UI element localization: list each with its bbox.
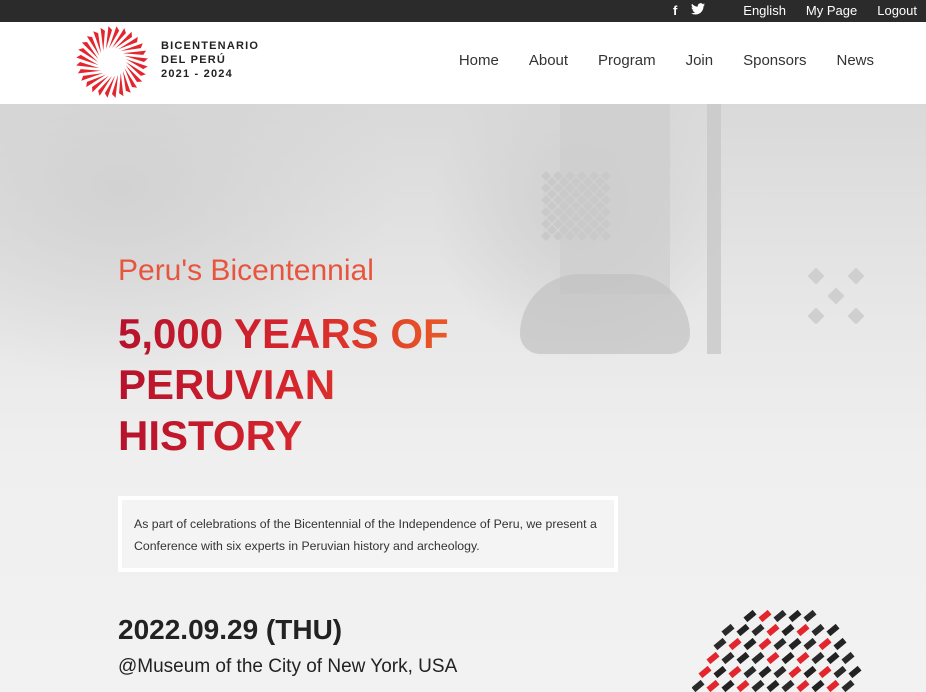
background-photo-pole (707, 104, 721, 354)
nav-home[interactable]: Home (459, 52, 499, 69)
brand-line-1: BICENTENARIO (161, 40, 260, 52)
social-links: f (673, 0, 706, 22)
twitter-icon[interactable] (691, 0, 706, 22)
hero-title-line-1: 5,000 YEARS OF (118, 310, 449, 357)
nav-program[interactable]: Program (598, 52, 656, 69)
top-bar: f English My Page Logout (0, 0, 926, 22)
language-link[interactable]: English (743, 0, 786, 22)
brand-line-3: 2021 - 2024 (161, 68, 233, 80)
logout-link[interactable]: Logout (877, 0, 917, 22)
facebook-icon[interactable]: f (673, 0, 677, 22)
nav-sponsors[interactable]: Sponsors (743, 52, 806, 69)
brand-text[interactable]: BICENTENARIO DEL PERÚ 2021 - 2024 (161, 39, 259, 81)
nav-news[interactable]: News (836, 52, 874, 69)
site-header: BICENTENARIO DEL PERÚ 2021 - 2024 Home A… (0, 22, 926, 104)
background-photo-boot (520, 274, 690, 354)
hero-title-line-3: HISTORY (118, 412, 303, 459)
brand-line-2: DEL PERÚ (161, 54, 227, 66)
nav-join[interactable]: Join (686, 52, 714, 69)
hero-title: 5,000 YEARS OF PERUVIAN HISTORY (118, 308, 538, 461)
event-venue: @Museum of the City of New York, USA (118, 656, 458, 677)
event-date: 2022.09.29 (THU) (118, 614, 343, 645)
woven-pattern-icon (692, 609, 862, 692)
my-page-link[interactable]: My Page (806, 0, 857, 22)
hero-subtitle: Peru's Bicentennial (118, 254, 374, 287)
main-nav: Home About Program Join Sponsors News (459, 52, 874, 69)
bicentenario-logo-icon[interactable] (74, 24, 150, 100)
diamond-dot-pattern-icon (541, 171, 611, 241)
x-pattern-icon (808, 268, 864, 324)
hero-title-line-2: PERUVIAN (118, 361, 336, 408)
event-description: As part of celebrations of the Bicentenn… (118, 496, 618, 572)
nav-about[interactable]: About (529, 52, 568, 69)
